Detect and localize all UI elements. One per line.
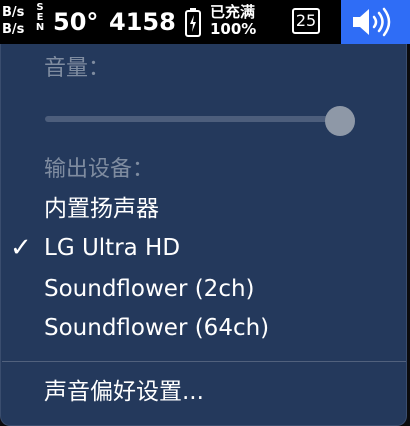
battery-status[interactable]: 已充满 100% [210, 4, 256, 38]
device-item-soundflower-64ch[interactable]: Soundflower (64ch) [0, 309, 405, 347]
vertical-status-letters: S E N [35, 3, 45, 33]
volume-label: 音量： [44, 56, 111, 81]
battery-percent: 100% [210, 20, 257, 38]
speaker-wave-icon [353, 7, 391, 37]
menu-bar: B/s B/s S E N 50° 4158 已充满 100% 25 [0, 0, 410, 44]
calendar-date-icon[interactable]: 25 [292, 8, 320, 34]
device-label: Soundflower (2ch) [44, 276, 255, 302]
device-label: LG Ultra HD [44, 235, 181, 261]
output-device-label: 输出设备： [44, 157, 155, 182]
cpu-temperature[interactable]: 50° [53, 7, 98, 37]
checkmark-icon: ✓ [10, 233, 32, 263]
device-item-builtin-speaker[interactable]: 内置扬声器 [0, 190, 405, 228]
fan-speed[interactable]: 4158 [109, 7, 176, 37]
net-download-rate: B/s [2, 22, 25, 37]
sound-preferences-item[interactable]: 声音偏好设置... [0, 373, 405, 411]
battery-status-text: 已充满 [210, 3, 256, 21]
vertical-letter: N [35, 22, 45, 33]
sound-preferences-label: 声音偏好设置... [44, 379, 204, 405]
net-upload-rate: B/s [2, 5, 25, 20]
network-speed-indicator[interactable]: B/s B/s [2, 4, 24, 38]
battery-charging-icon[interactable] [184, 8, 202, 38]
menu-separator [2, 361, 406, 362]
device-label: 内置扬声器 [44, 196, 159, 222]
volume-slider[interactable] [45, 116, 355, 122]
device-item-soundflower-2ch[interactable]: Soundflower (2ch) [0, 270, 405, 308]
device-item-lg-ultra-hd[interactable]: ✓ LG Ultra HD [0, 229, 405, 267]
volume-menu-button[interactable] [341, 0, 410, 44]
volume-slider-knob[interactable] [324, 106, 355, 136]
device-label: Soundflower (64ch) [44, 315, 270, 341]
